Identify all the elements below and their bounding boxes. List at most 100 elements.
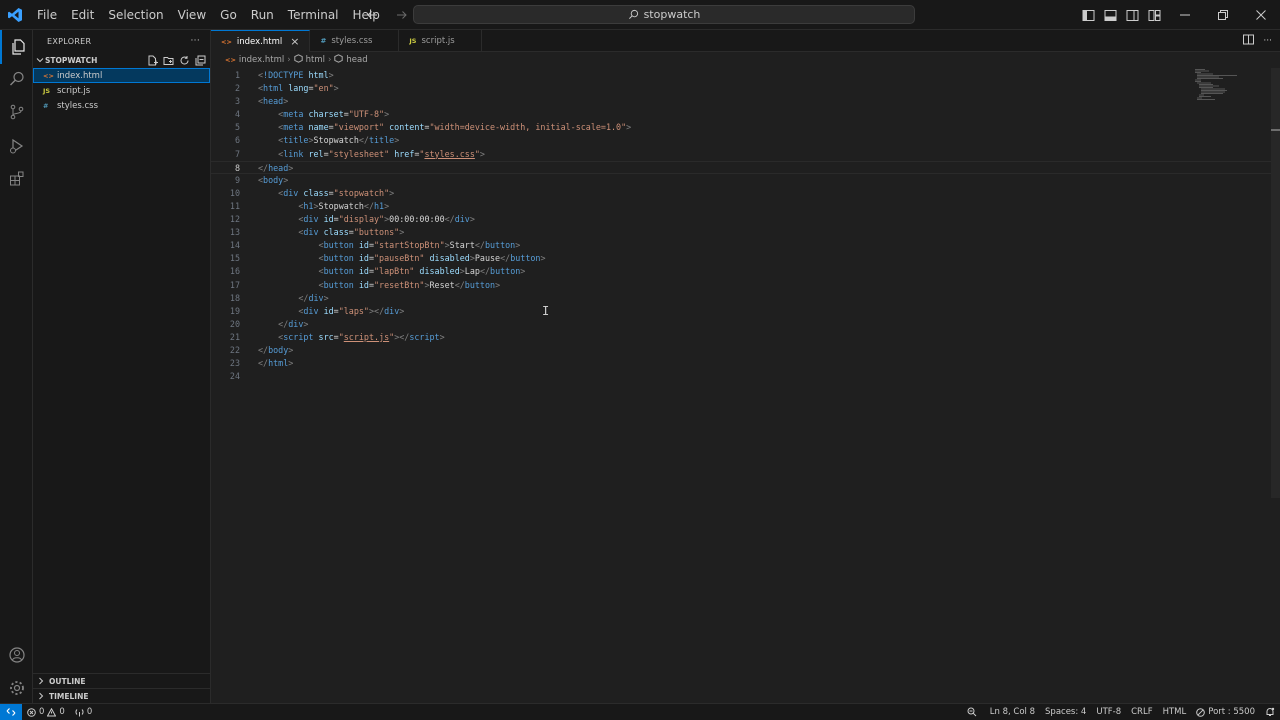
code-line[interactable]: 18 </div> (211, 292, 1271, 305)
code-token: > (323, 292, 329, 303)
explorer-files-icon[interactable] (0, 30, 33, 64)
code-line[interactable]: 15 <button id="pauseBtn" disabled>Pause<… (211, 252, 1271, 265)
code-line[interactable]: 10 <div class="stopwatch"> (211, 187, 1271, 200)
code-token: div (288, 318, 304, 329)
cursor-position[interactable]: Ln 8, Col 8 (985, 704, 1040, 720)
remote-indicator-icon[interactable] (0, 703, 22, 720)
outline-section[interactable]: OUTLINE (33, 673, 211, 688)
code-line[interactable]: 3 <head> (211, 95, 1271, 108)
toggle-primary-sidebar-icon[interactable] (1080, 7, 1096, 23)
vertical-scrollbar[interactable] (1271, 68, 1280, 498)
code-line[interactable]: 13 <div class="buttons"> (211, 226, 1271, 239)
code-token: > (540, 253, 546, 264)
timeline-section[interactable]: TIMELINE (33, 688, 211, 703)
mouse-cursor: I (542, 304, 550, 318)
zoom-icon[interactable] (959, 704, 985, 720)
file-styles-css[interactable]: # styles.css (33, 98, 210, 113)
code-line[interactable]: 22 </body> (211, 344, 1271, 357)
menu-terminal[interactable]: Terminal (281, 0, 346, 30)
code-token: head (268, 162, 289, 173)
code-line[interactable]: 5 <meta name="viewport" content="width=d… (211, 121, 1271, 134)
explorer-title: EXPLORER (47, 36, 92, 46)
tab-script-js[interactable]: JS script.js (399, 30, 482, 52)
code-line[interactable]: 16 <button id="lapBtn" disabled>Lap</but… (211, 265, 1271, 278)
code-token: > (495, 279, 501, 290)
code-line[interactable]: 23 </html> (211, 357, 1271, 370)
close-tab-icon[interactable]: × (290, 35, 299, 48)
code-token: </ (298, 292, 309, 303)
explorer-more-actions-icon[interactable]: ··· (191, 36, 200, 46)
code-token: id (358, 253, 369, 264)
language-mode[interactable]: HTML (1158, 704, 1192, 720)
code-line[interactable]: 9 <body> (211, 174, 1271, 187)
toggle-panel-icon[interactable] (1102, 7, 1118, 23)
code-token: Stopwatch (313, 135, 359, 146)
command-center-search[interactable]: stopwatch (413, 5, 915, 24)
code-line[interactable]: 24 (211, 370, 1271, 383)
code-token: > (479, 148, 485, 159)
new-file-icon[interactable] (147, 55, 158, 66)
code-line[interactable]: 20 </div> (211, 318, 1271, 331)
manage-gear-icon[interactable] (0, 671, 33, 705)
folder-section-header[interactable]: STOPWATCH (33, 52, 210, 68)
breadcrumb-head[interactable]: head (346, 55, 367, 65)
menu-view[interactable]: View (171, 0, 213, 30)
source-control-icon[interactable] (0, 95, 33, 129)
restore-icon[interactable] (1204, 0, 1242, 30)
menu-file[interactable]: File (30, 0, 64, 30)
code-editor[interactable]: 1 <!DOCTYPE html> 2 <html lang="en"> 3 <head>… (211, 69, 1271, 383)
code-line[interactable]: 21 <script src="script.js"></script> (211, 331, 1271, 344)
code-line[interactable]: 19 <div id="laps"></div> (211, 305, 1271, 318)
code-line[interactable]: 6 <title>Stopwatch</title> (211, 134, 1271, 147)
code-line[interactable]: 11 <h1>Stopwatch</h1> (211, 200, 1271, 213)
warning-icon (47, 707, 57, 716)
code-line[interactable]: 17 <button id="resetBtn">Reset</button> (211, 279, 1271, 292)
port-label: Port : 5500 (1208, 707, 1255, 717)
live-server-port[interactable]: Port : 5500 (1191, 704, 1260, 720)
search-view-icon[interactable] (0, 62, 33, 96)
refresh-icon[interactable] (179, 55, 190, 66)
notifications-bell-icon[interactable] (1260, 704, 1280, 720)
menu-selection[interactable]: Selection (101, 0, 170, 30)
account-icon[interactable] (0, 638, 33, 672)
run-and-debug-icon[interactable] (0, 129, 33, 163)
menu-go[interactable]: Go (213, 0, 244, 30)
forward-arrow-icon[interactable] (392, 5, 412, 25)
code-line[interactable]: 4 <meta charset="UTF-8"> (211, 108, 1271, 121)
file-script-js[interactable]: JS script.js (33, 83, 210, 98)
encoding[interactable]: UTF-8 (1091, 704, 1126, 720)
file-index-html[interactable]: <> index.html (33, 68, 210, 83)
toggle-secondary-sidebar-icon[interactable] (1124, 7, 1140, 23)
customize-layout-icon[interactable] (1146, 7, 1162, 23)
indentation[interactable]: Spaces: 4 (1040, 704, 1091, 720)
end-of-line[interactable]: CRLF (1126, 704, 1157, 720)
code-line[interactable]: 1 <!DOCTYPE html> (211, 69, 1271, 82)
extensions-icon[interactable] (0, 162, 33, 196)
code-token: script (283, 331, 314, 342)
problems-status[interactable]: 0 0 (22, 704, 70, 720)
code-line[interactable]: 2 <html lang="en"> (211, 82, 1271, 95)
code-line[interactable]: 7 <link rel="stylesheet" href="styles.cs… (211, 148, 1271, 161)
code-line[interactable]: 12 <div id="display">00:00:00:00</div> (211, 213, 1271, 226)
code-line[interactable]: 14 <button id="startStopBtn">Start</butt… (211, 239, 1271, 252)
breadcrumb-file[interactable]: index.html (239, 55, 284, 65)
tab-styles-css[interactable]: # styles.css (310, 30, 400, 52)
breadcrumb-html[interactable]: html (306, 55, 325, 65)
new-folder-icon[interactable] (163, 55, 174, 66)
menu-run[interactable]: Run (244, 0, 281, 30)
code-token: disabled (429, 253, 470, 264)
ports-status[interactable]: 0 (70, 704, 97, 720)
split-editor-icon[interactable] (1243, 34, 1255, 48)
menu-edit[interactable]: Edit (64, 0, 101, 30)
back-arrow-icon[interactable] (362, 5, 382, 25)
tab-index-html[interactable]: <> index.html × (211, 30, 311, 52)
minimize-icon[interactable] (1166, 0, 1204, 30)
line-content: </div> (258, 318, 308, 331)
code-token: Pause (474, 253, 501, 264)
more-actions-icon[interactable]: ··· (1263, 36, 1272, 46)
minimap[interactable] (1193, 68, 1243, 102)
close-window-icon[interactable] (1242, 0, 1280, 30)
code-line[interactable]: 8 </head> (211, 160, 1271, 174)
element-icon (334, 54, 344, 66)
collapse-all-icon[interactable] (195, 55, 206, 66)
